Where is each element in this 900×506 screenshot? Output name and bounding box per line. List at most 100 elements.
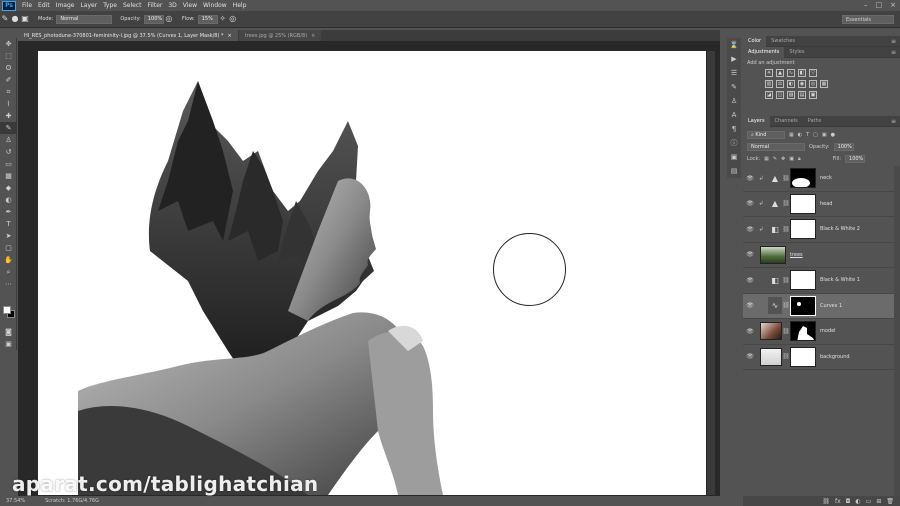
delete-layer-icon[interactable]: 🗑︎ [886,498,894,505]
color-balance-icon[interactable]: ⚖ [776,80,784,88]
lock-transparent-icon[interactable]: ▦ [764,156,769,162]
tab-trees[interactable]: trees.jpg @ 25% (RGB/8) × [238,30,322,41]
panel-menu-icon[interactable]: ≡ [891,38,896,45]
document-canvas[interactable] [38,51,706,495]
layer-black-white-1[interactable]: 👁︎ ◧ ⛓︎ Black & White 1 [743,268,900,294]
shape-tool-icon[interactable]: ▢ [0,242,17,254]
filter-kind-select[interactable]: ⌕ Kind [747,131,785,139]
mask-link-icon[interactable]: ⛓︎ [782,226,790,233]
layers-scrollbar[interactable] [894,166,900,496]
menu-file[interactable]: File [22,2,32,9]
layer-trees[interactable]: 👁︎ trees [743,243,900,268]
hand-tool-icon[interactable]: ✋ [0,254,17,266]
type-tool-icon[interactable]: T [0,218,17,230]
document-info[interactable]: Scratch: 1.76G/4.76G [45,498,99,504]
menu-layer[interactable]: Layer [80,2,97,9]
pressure-size-icon[interactable]: ◎ [228,14,238,24]
panel-menu-icon[interactable]: ≡ [891,49,896,56]
maximize-icon[interactable]: □ [876,1,883,9]
brush-tool-icon[interactable]: ✎ [0,14,10,24]
close-tab-icon[interactable]: × [228,33,232,39]
menu-edit[interactable]: Edit [38,2,50,9]
visibility-eye-icon[interactable]: 👁︎ [743,251,757,258]
model-image-thumbnail[interactable] [760,322,782,341]
menu-help[interactable]: Help [233,2,247,9]
exposure-icon[interactable]: ◧ [798,69,806,77]
eyedropper-tool-icon[interactable]: ⌇ [0,98,17,110]
mask-link-icon[interactable]: ⛓︎ [782,175,790,182]
stamp-tool-icon[interactable]: ♙ [0,134,17,146]
paragraph-icon[interactable]: ¶ [727,122,741,136]
black-white-icon[interactable]: ◐ [787,80,795,88]
tab-layers[interactable]: Layers [743,115,770,127]
visibility-eye-icon[interactable]: 👁︎ [743,175,757,182]
eraser-tool-icon[interactable]: ▭ [0,158,17,170]
visibility-eye-icon[interactable]: 👁︎ [743,277,757,284]
lock-pixels-icon[interactable]: ✎ [773,156,777,162]
layer-mask-thumbnail[interactable] [790,346,816,367]
actions-icon[interactable]: ▶ [727,52,741,66]
screen-mode-icon[interactable]: ▣ [0,338,17,350]
gradient-tool-icon[interactable]: ▦ [0,170,17,182]
pen-tool-icon[interactable]: ✒ [0,206,17,218]
layer-mask-thumbnail[interactable] [790,168,816,189]
flow-input[interactable]: 15% [197,14,218,24]
filter-toggle-icon[interactable]: ● [831,132,835,138]
background-image-thumbnail[interactable] [760,347,782,366]
selective-color-icon[interactable]: ▣ [809,91,817,99]
tab-paths[interactable]: Paths [803,116,827,127]
visibility-eye-icon[interactable]: 👁︎ [743,328,757,335]
brush-panel-icon[interactable]: ▣ [20,14,30,24]
clone-source-icon[interactable]: ♙ [727,94,741,108]
menu-type[interactable]: Type [103,2,117,9]
mask-link-icon[interactable]: ⛓︎ [782,328,790,335]
photo-filter-icon[interactable]: ◉ [798,80,806,88]
brush-tool-icon[interactable]: ✎ [0,122,17,134]
blend-mode-select[interactable]: Normal [747,143,805,151]
visibility-eye-icon[interactable]: 👁︎ [743,353,757,360]
tab-swatches[interactable]: Swatches [766,36,800,47]
layer-opacity-input[interactable]: 100% [833,143,854,151]
path-select-tool-icon[interactable]: ➤ [0,230,17,242]
brush-settings-icon[interactable]: ✎ [727,80,741,94]
menu-view[interactable]: View [183,2,197,9]
filter-type-icon[interactable]: T [806,132,809,138]
character-icon[interactable]: A [727,108,741,122]
menu-select[interactable]: Select [123,2,142,9]
filter-smart-icon[interactable]: ▣ [822,132,827,138]
layer-model[interactable]: 👁︎ ⛓︎ model [743,319,900,345]
properties-icon[interactable]: ☰ [727,66,741,80]
close-icon[interactable]: × [890,1,896,9]
marquee-tool-icon[interactable]: ⬚ [0,50,17,62]
layer-neck[interactable]: 👁︎ ↲ ▲ ⛓︎ neck [743,166,900,192]
move-tool-icon[interactable]: ✥ [0,38,17,50]
layer-mask-thumbnail[interactable] [790,193,816,214]
zoom-level[interactable]: 37.54% [6,498,25,504]
mask-link-icon[interactable]: ⛓︎ [782,353,790,360]
menu-3d[interactable]: 3D [168,2,176,9]
posterize-icon[interactable]: ◫ [776,91,784,99]
color-lookup-icon[interactable]: ▦ [820,80,828,88]
filter-pixel-icon[interactable]: ▦ [789,132,794,138]
layer-style-icon[interactable]: fx [835,498,841,505]
minimize-icon[interactable]: – [864,1,868,9]
mask-link-icon[interactable]: ⛓︎ [782,200,790,207]
new-adjustment-icon[interactable]: ◐ [855,498,860,505]
fill-input[interactable]: 100% [845,155,866,163]
opacity-input[interactable]: 100% [143,14,164,24]
channel-mixer-icon[interactable]: ◎ [809,80,817,88]
new-layer-icon[interactable]: ⊞ [876,498,881,505]
tab-adjustments[interactable]: Adjustments [743,46,785,58]
layer-curves-1[interactable]: 👁︎ ∿ ⛓︎ Curves 1 [743,293,900,319]
dodge-tool-icon[interactable]: ◐ [0,194,17,206]
brightness-contrast-icon[interactable]: ☀ [765,69,773,77]
zoom-tool-icon[interactable]: ⌕ [0,266,17,278]
lock-all-icon[interactable]: 🔒︎ [798,156,801,162]
tab-channels[interactable]: Channels [770,116,803,127]
visibility-eye-icon[interactable]: 👁︎ [743,226,757,233]
layer-mask-thumbnail[interactable] [790,219,816,240]
airbrush-icon[interactable]: ✧ [218,14,228,24]
visibility-eye-icon[interactable]: 👁︎ [743,200,757,207]
add-mask-icon[interactable]: ◘ [846,498,851,505]
hue-saturation-icon[interactable]: ▥ [765,80,773,88]
